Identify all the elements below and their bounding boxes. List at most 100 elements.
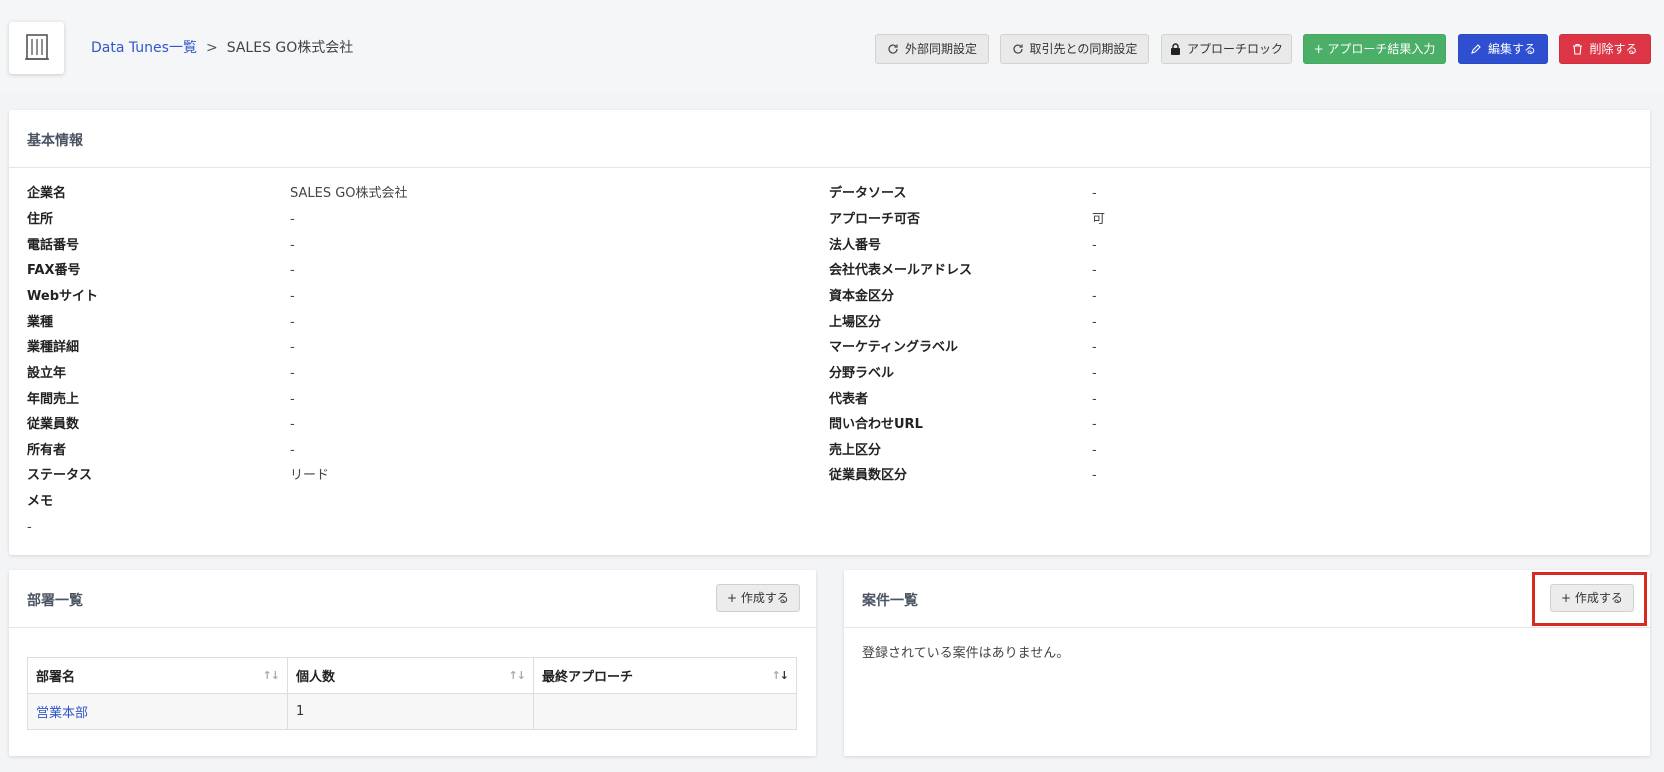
field-value: - [1092,238,1097,253]
field-label: 問い合わせURL [829,417,923,432]
field-label: 会社代表メールアドレス [829,263,973,278]
column-header-count[interactable]: 個人数 ↑↓ [287,657,534,694]
field-label: 上場区分 [829,315,882,330]
approach-lock-label: アプローチロック [1186,42,1283,56]
field-value: - [1092,289,1097,304]
field-value: - [290,289,295,304]
field-label: Webサイト [27,289,98,304]
field-label: 売上区分 [829,443,882,458]
delete-button[interactable]: 削除する [1559,34,1651,64]
field-value: SALES GO株式会社 [290,186,408,201]
table-cell [533,693,797,730]
field-value: - [1092,186,1097,201]
field-label: 年間売上 [27,392,80,407]
field-value: - [290,212,295,227]
field-value: - [290,315,295,330]
sort-icon[interactable]: ↑↓ [509,669,526,682]
field-label: 従業員数区分 [829,468,908,483]
field-value: リード [290,468,330,483]
field-label: データソース [829,186,907,201]
sync-icon [1012,43,1024,55]
department-link[interactable]: 営業本部 [36,706,88,721]
field-label: 業種詳細 [27,340,80,355]
field-value: - [290,238,295,253]
field-label: 電話番号 [27,238,80,253]
field-label: FAX番号 [27,263,81,278]
card-divider [9,167,1650,168]
field-label: 所有者 [27,443,67,458]
create-department-button[interactable]: + 作成する [716,584,800,612]
field-value: - [1092,366,1097,381]
card-divider [844,627,1650,628]
column-header-label: 最終アプローチ [542,670,634,685]
field-value: - [290,263,295,278]
basic-info-card: 基本情報 企業名 SALES GO株式会社 住所 - 電話番号 - FAX番号 … [9,110,1650,555]
field-value: - [1092,417,1097,432]
memo-value: - [27,520,32,535]
field-label: 代表者 [829,392,869,407]
field-value: - [1092,315,1097,330]
field-value: - [290,417,295,432]
field-value: - [1092,340,1097,355]
empty-message: 登録されている案件はありません。 [862,646,1070,661]
field-label: アプローチ可否 [829,212,921,227]
page-header: Data Tunes一覧 > SALES GO株式会社 外部同期設定 取引先との… [0,0,1664,92]
trash-icon [1572,43,1583,55]
field-label: マーケティングラベル [829,340,958,355]
projects-card: 案件一覧 + 作成する 登録されている案件はありません。 [844,570,1650,756]
column-header-label: 部署名 [36,670,76,685]
lock-icon [1170,43,1181,55]
column-header-last-approach[interactable]: 最終アプローチ ↑↓ [533,657,797,694]
approach-result-button[interactable]: + アプローチ結果入力 [1303,34,1446,64]
table-header-row: 部署名 ↑↓ 個人数 ↑↓ 最終アプローチ ↑↓ [27,657,797,694]
departments-title: 部署一覧 [27,593,83,609]
table-row: 営業本部 1 [27,693,797,730]
field-label: 業種 [27,315,54,330]
approach-result-label: + アプローチ結果入力 [1313,42,1436,56]
sort-icon[interactable]: ↑↓ [772,669,789,682]
field-value: - [1092,468,1097,483]
edit-button[interactable]: 編集する [1458,34,1548,64]
sort-icon[interactable]: ↑↓ [263,669,280,682]
card-divider [9,627,816,628]
table-cell: 1 [287,693,534,730]
building-icon [23,31,51,65]
edit-label: 編集する [1487,42,1536,56]
sync-icon [887,43,899,55]
field-value: - [290,392,295,407]
field-value: - [1092,392,1097,407]
column-header-label: 個人数 [296,670,336,685]
client-sync-button[interactable]: 取引先との同期設定 [1000,34,1149,64]
basic-info-title: 基本情報 [27,133,83,149]
pencil-icon [1470,43,1482,55]
approach-lock-button[interactable]: アプローチロック [1161,34,1292,64]
field-value: - [1092,443,1097,458]
field-value: 可 [1092,212,1106,227]
field-label: 住所 [27,212,54,227]
company-logo [9,22,64,74]
field-value: - [1092,263,1097,278]
field-value: - [290,443,295,458]
external-sync-label: 外部同期設定 [904,42,977,56]
departments-card: 部署一覧 + 作成する 部署名 ↑↓ 個人数 ↑↓ 最終アプローチ ↑↓ 営業本… [9,570,816,756]
memo-label: メモ [27,494,54,509]
field-label: 設立年 [27,366,67,381]
field-label: 従業員数 [27,417,80,432]
breadcrumb-link-list[interactable]: Data Tunes一覧 [91,38,197,58]
table-cell: 営業本部 [27,693,288,730]
breadcrumb: Data Tunes一覧 > SALES GO株式会社 [91,38,353,58]
client-sync-label: 取引先との同期設定 [1029,42,1138,56]
column-header-name[interactable]: 部署名 ↑↓ [27,657,288,694]
field-label: 企業名 [27,186,67,201]
delete-label: 削除する [1589,42,1638,56]
breadcrumb-current: SALES GO株式会社 [226,40,354,56]
field-label: 分野ラベル [829,366,895,381]
field-value: - [290,340,295,355]
field-value: - [290,366,295,381]
field-label: ステータス [27,468,93,483]
field-label: 資本金区分 [829,289,895,304]
external-sync-button[interactable]: 外部同期設定 [875,34,989,64]
breadcrumb-separator: > [205,40,218,56]
departments-table: 部署名 ↑↓ 個人数 ↑↓ 最終アプローチ ↑↓ 営業本部 1 [27,657,797,730]
projects-title: 案件一覧 [862,593,918,609]
